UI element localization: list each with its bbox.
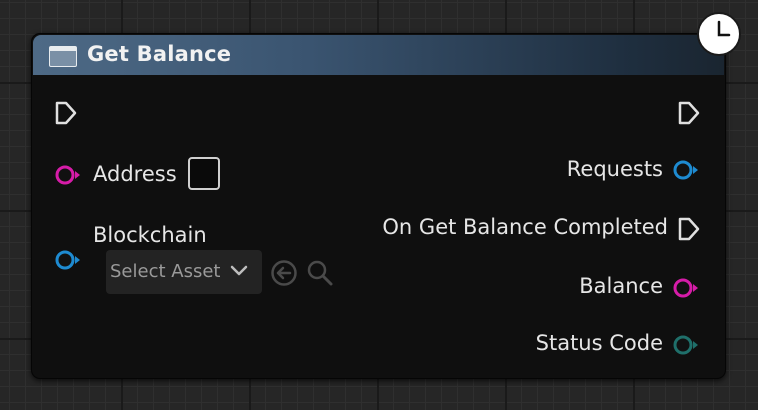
completed-exec-pin[interactable] [677,216,701,242]
balance-label: Balance [579,274,663,298]
on-get-balance-completed-label: On Get Balance Completed [382,215,668,239]
node-function-icon [49,46,77,67]
exec-out-pin[interactable] [677,100,701,126]
blockchain-pin[interactable] [54,249,82,271]
address-label: Address [93,162,177,186]
requests-pin[interactable] [672,159,700,181]
select-asset-text: Select Asset [110,261,221,282]
requests-label: Requests [566,157,663,181]
balance-pin[interactable] [672,277,700,299]
address-input-box[interactable] [188,157,220,190]
node-header[interactable]: Get Balance [33,35,724,75]
chevron-down-icon [230,265,248,276]
address-pin[interactable] [54,164,82,186]
use-selected-arrow-icon[interactable] [270,259,298,287]
blockchain-label: Blockchain [93,223,207,247]
get-balance-node[interactable]: Get Balance [31,33,726,379]
status-code-label: Status Code [535,331,663,355]
exec-in-pin[interactable] [54,100,78,126]
node-title: Get Balance [87,42,232,66]
browse-search-icon[interactable] [306,259,334,287]
latent-clock-icon [697,12,741,56]
status-code-pin[interactable] [672,334,700,356]
select-asset-dropdown[interactable]: Select Asset [106,250,262,294]
